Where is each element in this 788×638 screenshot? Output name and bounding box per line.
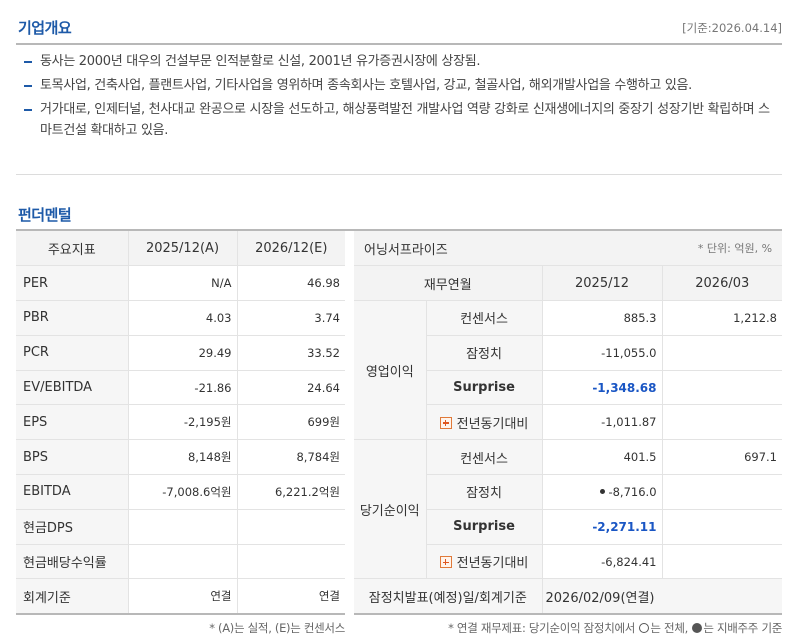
- table-row: EBITDA -7,008.6억원 6,221.2억원: [16, 474, 345, 510]
- filled-circle-icon: [692, 623, 703, 633]
- group-operating-profit: 영업이익: [354, 300, 427, 441]
- expand-plus-icon[interactable]: [439, 556, 452, 569]
- surprise-value: -1,348.68: [542, 370, 663, 406]
- table-row: 현금DPS: [16, 509, 345, 545]
- header-period: 재무연월: [354, 265, 543, 302]
- fundamental-table: 주요지표 2025/12(A) 2026/12(E) PER N/A 46.98 P…: [16, 231, 345, 615]
- header-estimate: 2026/12(E): [237, 231, 345, 267]
- overview-title: 기업개요: [18, 19, 72, 37]
- table-row: PCR 29.49 33.52: [16, 335, 345, 371]
- earnings-title-row: 어닝서프라이즈 * 단위: 억원, %: [354, 231, 783, 267]
- overview-divider: [16, 43, 782, 45]
- group-net-income: 당기순이익: [354, 439, 427, 580]
- surprise-value: -2,271.11: [542, 509, 663, 545]
- base-date: [기준:2026.04.14]: [682, 21, 782, 35]
- fundamental-title: 펀더멘털: [18, 206, 72, 224]
- table-row: BPS 8,148원 8,784원: [16, 439, 345, 476]
- dash-icon: [24, 109, 32, 111]
- announcement-date-value: 2026/02/09(연결): [542, 578, 783, 615]
- header-2025-12: 2025/12: [542, 265, 663, 302]
- open-circle-icon: [639, 623, 650, 633]
- table-row: 회계기준 연결 연결: [16, 578, 345, 615]
- fundamental-header-row: 주요지표 2025/12(A) 2026/12(E): [16, 231, 345, 267]
- table-row: 현금배당수익률: [16, 544, 345, 580]
- overview-bullet: 동사는 2000년 대우의 건설부문 인적분할로 신설, 2001년 유가증권시…: [24, 51, 774, 72]
- earnings-surprise-table: 어닝서프라이즈 * 단위: 억원, % 재무연월 2025/12 2026/03…: [354, 231, 783, 615]
- dash-icon: [24, 61, 32, 63]
- table-row: PBR 4.03 3.74: [16, 300, 345, 336]
- overview-bullet-list: 동사는 2000년 대우의 건설부문 인적분할로 신설, 2001년 유가증권시…: [24, 51, 774, 144]
- expand-plus-icon[interactable]: [439, 416, 452, 429]
- earnings-header-row: 재무연월 2025/12 2026/03: [354, 265, 783, 302]
- table-row: EPS -2,195원 699원: [16, 404, 345, 441]
- earnings-title: 어닝서프라이즈: [354, 231, 543, 267]
- overview-bullet: 토목사업, 건축사업, 플랜트사업, 기타사업을 영위하며 종속회사는 호텔사업…: [24, 75, 774, 96]
- header-2026-03: 2026/03: [662, 265, 783, 302]
- table-row: 당기순이익 컨센서스 401.5 697.1: [354, 439, 783, 580]
- table-row: 영업이익 컨센서스 885.3 1,212.8: [354, 300, 783, 441]
- dash-icon: [24, 85, 32, 87]
- overview-bullet: 거가대로, 인제터널, 천사대교 완공으로 시장을 선도하고, 해상풍력발전 개…: [24, 99, 774, 141]
- header-indicator: 주요지표: [16, 231, 129, 267]
- bullet-dot-icon: [600, 488, 606, 494]
- earnings-note: * 연결 재무제표: 당기순이익 잠정치에서 는 전체, 는 지배주주 기준: [448, 621, 782, 635]
- announcement-date-label: 잠정치발표(예정)일/회계기준: [354, 578, 543, 615]
- unit-note: * 단위: 억원, %: [542, 231, 783, 267]
- header-actual: 2025/12(A): [128, 231, 238, 267]
- section-separator: [16, 174, 782, 175]
- table-row: EV/EBITDA -21.86 24.64: [16, 370, 345, 406]
- table-row: PER N/A 46.98: [16, 265, 345, 302]
- table-row: 잠정치발표(예정)일/회계기준 2026/02/09(연결): [354, 578, 783, 615]
- fundamental-note: * (A)는 실적, (E)는 컨센서스: [209, 621, 345, 635]
